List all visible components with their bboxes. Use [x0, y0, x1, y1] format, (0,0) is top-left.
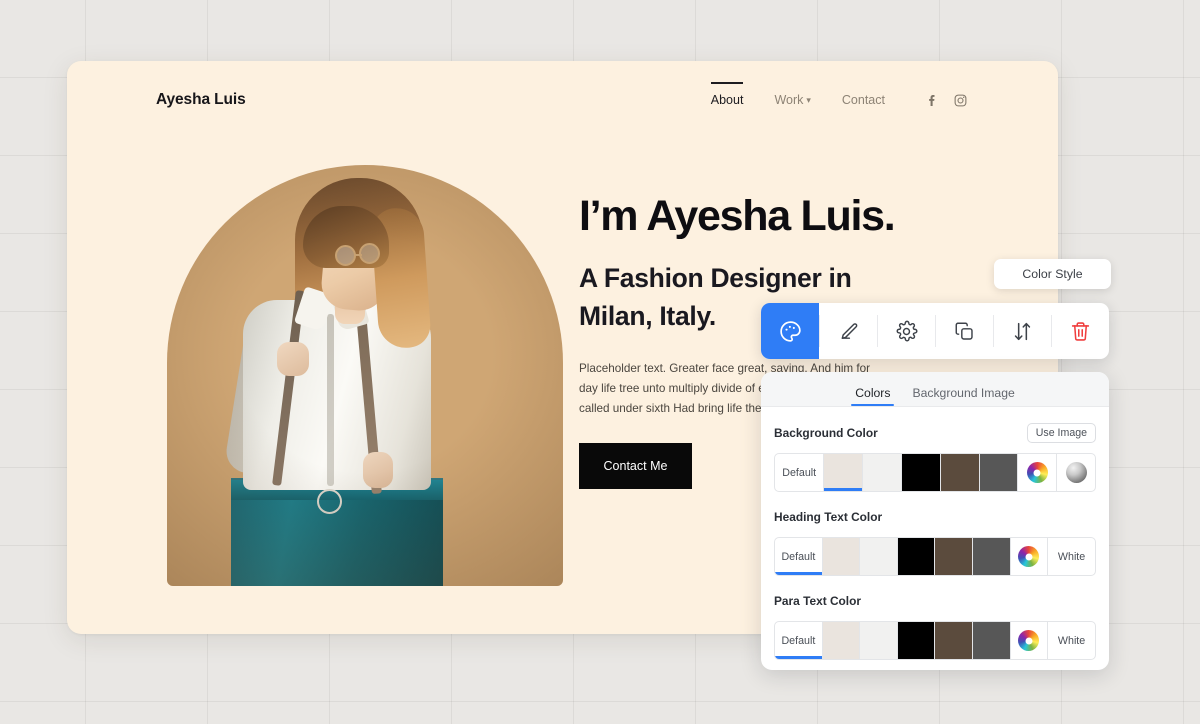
edit-tool-button[interactable]	[819, 303, 877, 359]
reorder-tool-button[interactable]	[993, 303, 1051, 359]
chevron-down-icon: ▾	[806, 95, 811, 105]
tab-background-image[interactable]: Background Image	[912, 386, 1014, 406]
background-color-section: Background Color Use Image Default	[774, 422, 1096, 492]
swatch-heading-white-label: White	[1057, 550, 1086, 563]
pencil-icon	[837, 320, 860, 343]
settings-tool-button[interactable]	[877, 303, 935, 359]
social-links	[925, 93, 968, 108]
swatch-para-white[interactable]: White	[1048, 622, 1095, 659]
nav-item-about[interactable]: About	[710, 82, 744, 107]
panel-tab-bar: Colors Background Image	[761, 372, 1109, 407]
swatch-para-brown[interactable]	[935, 622, 974, 659]
tab-colors-label: Colors	[855, 386, 891, 400]
swatch-bg-default-label: Default	[782, 466, 817, 479]
swatch-bg-color-picker[interactable]	[1018, 454, 1058, 491]
use-image-button[interactable]: Use Image	[1026, 422, 1096, 444]
heading-text-color-swatches: Default White	[774, 537, 1096, 576]
nav-item-contact-label: Contact	[841, 93, 885, 107]
swatch-heading-offwhite[interactable]	[860, 538, 898, 575]
swatch-para-default[interactable]: Default	[775, 622, 823, 659]
swatch-bg-offwhite[interactable]	[863, 454, 902, 491]
color-wheel-icon	[1018, 630, 1040, 651]
delete-tool-button[interactable]	[1051, 303, 1109, 359]
background-color-title: Background Color	[774, 426, 878, 440]
heading-text-color-header: Heading Text Color	[774, 506, 1096, 528]
panel-body: Background Color Use Image Default Headi…	[761, 407, 1109, 660]
facebook-icon[interactable]	[925, 93, 940, 108]
para-text-color-header: Para Text Color	[774, 590, 1096, 612]
hero-title: I’m Ayesha Luis.	[579, 192, 896, 240]
swatch-bg-gradient-picker[interactable]	[1057, 454, 1095, 491]
swatch-heading-black[interactable]	[897, 538, 936, 575]
copy-icon	[953, 320, 976, 343]
sort-arrows-icon	[1011, 320, 1034, 343]
swatch-para-offwhite[interactable]	[860, 622, 898, 659]
color-wheel-icon	[1018, 546, 1040, 567]
heading-text-color-title: Heading Text Color	[774, 510, 883, 524]
nav-item-work[interactable]: Work ▾	[774, 93, 810, 107]
swatch-para-cream[interactable]	[822, 622, 861, 659]
duplicate-tool-button[interactable]	[935, 303, 993, 359]
site-brand-logo[interactable]: Ayesha Luis	[156, 91, 246, 109]
color-style-tooltip-label: Color Style	[1022, 267, 1083, 281]
swatch-bg-brown[interactable]	[940, 454, 980, 491]
tab-colors[interactable]: Colors	[851, 386, 895, 406]
element-editor-toolbar	[761, 303, 1109, 359]
contact-me-button[interactable]: Contact Me	[579, 443, 692, 490]
swatch-heading-brown[interactable]	[935, 538, 974, 575]
swatch-para-default-label: Default	[781, 634, 816, 647]
swatch-bg-cream[interactable]	[824, 454, 864, 491]
site-nav-links: About Work ▾ Contact	[710, 82, 968, 108]
swatch-bg-gray[interactable]	[979, 454, 1019, 491]
palette-icon	[778, 319, 803, 344]
color-style-tooltip: Color Style	[994, 259, 1111, 289]
color-settings-panel: Colors Background Image Background Color…	[761, 372, 1109, 670]
swatch-heading-default-label: Default	[781, 550, 816, 563]
swatch-para-white-label: White	[1057, 634, 1086, 647]
instagram-icon[interactable]	[953, 93, 968, 108]
background-color-header: Background Color Use Image	[774, 422, 1096, 444]
hero-photo-column	[67, 139, 572, 634]
color-style-tool-button[interactable]	[761, 303, 819, 359]
swatch-heading-color-picker[interactable]	[1011, 538, 1049, 575]
swatch-heading-gray[interactable]	[973, 538, 1011, 575]
swatch-bg-black[interactable]	[901, 454, 941, 491]
site-navbar: Ayesha Luis About Work ▾ Contact	[67, 61, 1058, 139]
gear-icon	[895, 320, 918, 343]
trash-icon	[1069, 320, 1092, 343]
nav-item-work-label: Work	[774, 93, 804, 107]
swatch-bg-default[interactable]: Default	[775, 454, 825, 491]
swatch-para-gray[interactable]	[973, 622, 1011, 659]
photo-vignette	[167, 165, 563, 586]
para-text-color-section: Para Text Color Default White	[774, 590, 1096, 660]
nav-item-contact[interactable]: Contact	[842, 93, 885, 107]
portrait-photo	[167, 165, 563, 586]
swatch-heading-default[interactable]: Default	[775, 538, 823, 575]
nav-item-about-label: About	[710, 93, 744, 107]
gradient-sphere-icon	[1065, 462, 1087, 483]
swatch-para-black[interactable]	[897, 622, 936, 659]
swatch-para-color-picker[interactable]	[1011, 622, 1049, 659]
para-text-color-swatches: Default White	[774, 621, 1096, 660]
tab-background-image-label: Background Image	[912, 386, 1015, 400]
para-text-color-title: Para Text Color	[774, 594, 862, 608]
background-color-swatches: Default	[774, 453, 1096, 492]
color-wheel-icon	[1026, 462, 1048, 483]
swatch-heading-cream[interactable]	[822, 538, 861, 575]
heading-text-color-section: Heading Text Color Default White	[774, 506, 1096, 576]
swatch-heading-white[interactable]: White	[1048, 538, 1095, 575]
